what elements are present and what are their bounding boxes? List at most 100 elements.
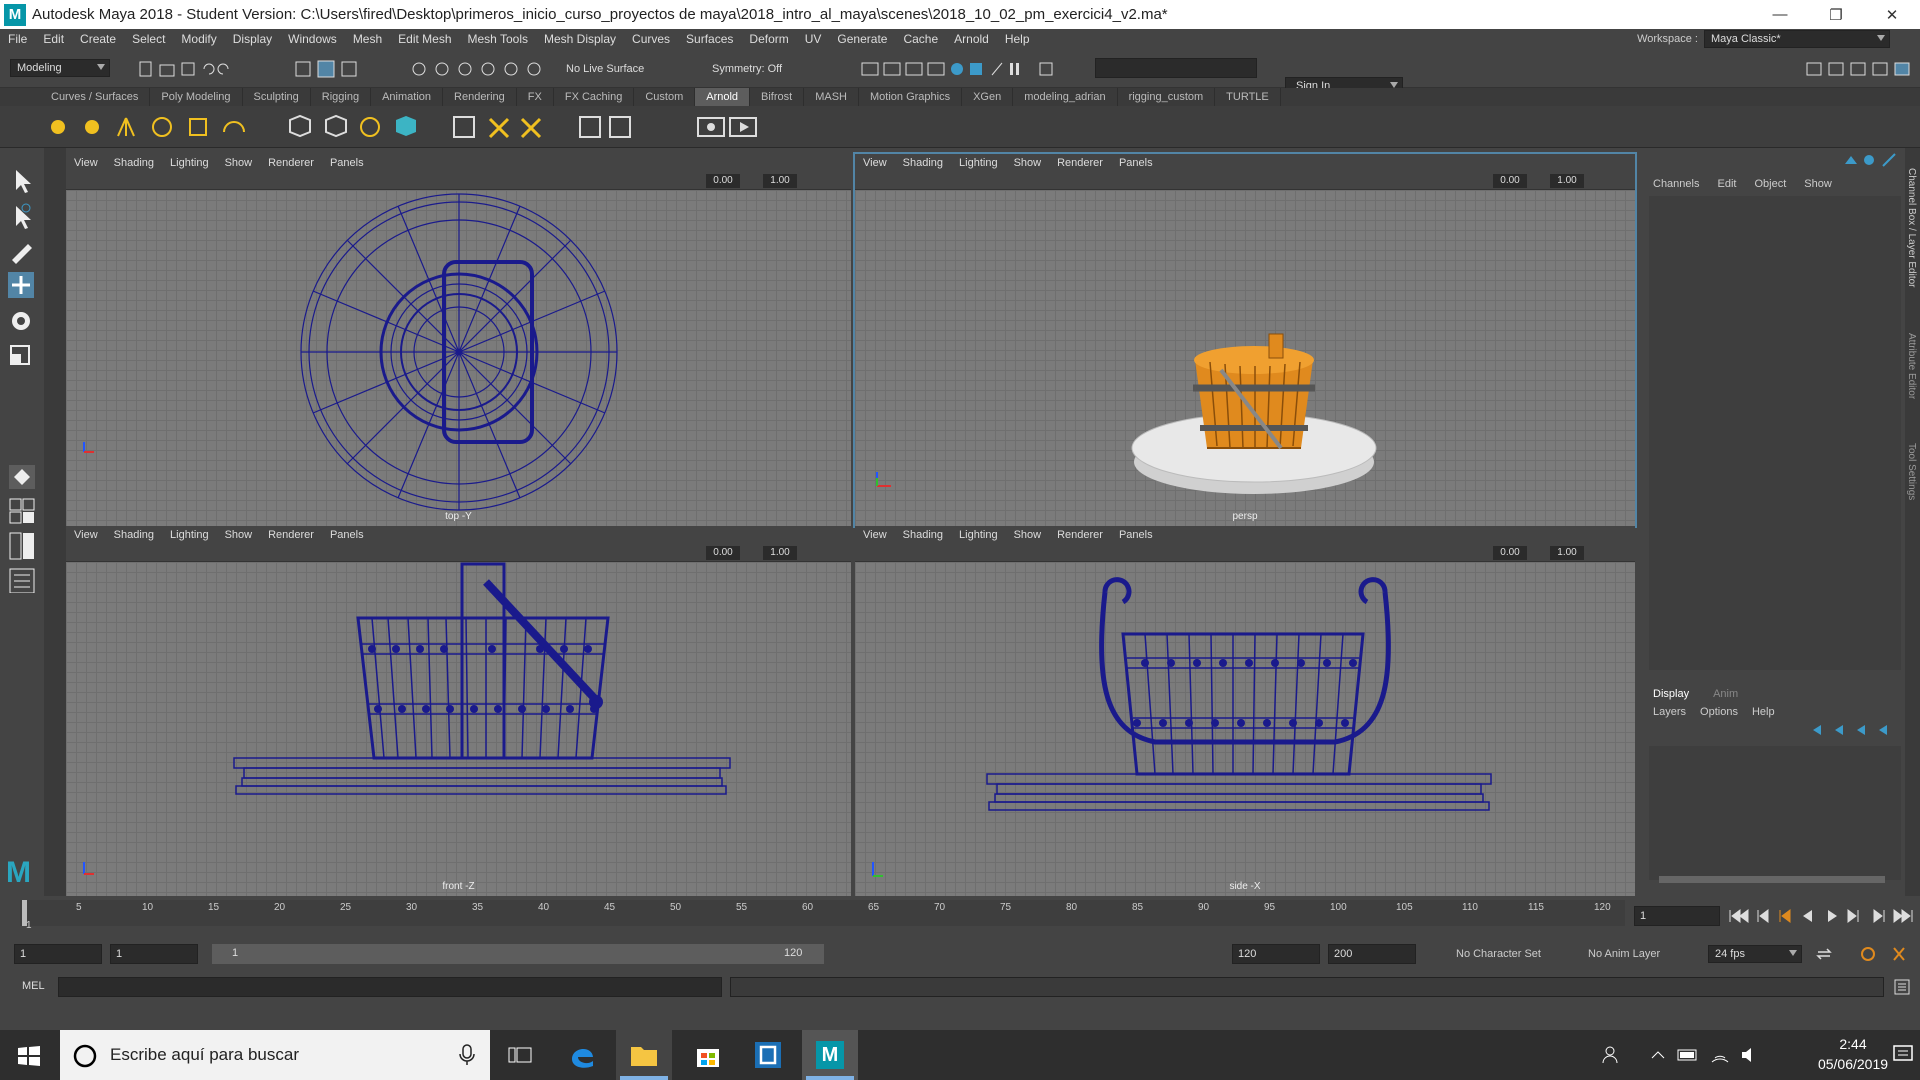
viewport-front[interactable]: View Shading Lighting Show Renderer Pane… — [66, 526, 851, 896]
maximize-button[interactable]: ❐ — [1808, 0, 1864, 29]
viewport-side[interactable]: View Shading Lighting Show Renderer Pane… — [855, 526, 1635, 896]
channel-box-tab-object[interactable]: Object — [1754, 178, 1786, 190]
menu-deform[interactable]: Deform — [741, 32, 796, 46]
vp-menu-lighting[interactable]: Lighting — [170, 157, 209, 169]
viewport-toolbar[interactable]: 0.00 1.00 — [66, 172, 851, 190]
anim-layer-dropdown[interactable]: No Anim Layer — [1588, 948, 1660, 960]
shelf-tab-sculpting[interactable]: Sculpting — [243, 88, 311, 106]
menu-surfaces[interactable]: Surfaces — [678, 32, 741, 46]
current-frame-field[interactable]: 1 — [1634, 906, 1720, 926]
app-bracket-icon[interactable] — [754, 1041, 782, 1069]
menu-curves[interactable]: Curves — [624, 32, 678, 46]
vp-menu-renderer[interactable]: Renderer — [268, 157, 314, 169]
vp-menu-view[interactable]: View — [863, 529, 887, 541]
shelf-tab-xgen[interactable]: XGen — [962, 88, 1014, 106]
gamma-field[interactable]: 1.00 — [763, 174, 797, 188]
render-tools-icons[interactable] — [860, 60, 1060, 78]
edge-browser-icon[interactable] — [568, 1041, 596, 1069]
layer-menu-layers[interactable]: Layers — [1653, 706, 1686, 718]
close-button[interactable]: ✕ — [1864, 0, 1920, 29]
vp-menu-renderer[interactable]: Renderer — [268, 529, 314, 541]
layout-icons[interactable] — [8, 463, 36, 593]
channel-box-tab-edit[interactable]: Edit — [1717, 178, 1736, 190]
range-slider[interactable]: 1 120 — [212, 944, 824, 964]
time-slider[interactable]: 1 5 10 15 20 25 30 35 40 45 50 55 60 65 … — [0, 896, 1920, 936]
shelf-tab-mash[interactable]: MASH — [804, 88, 859, 106]
shelf-tab-rendering[interactable]: Rendering — [443, 88, 517, 106]
shelf-tab-fx[interactable]: FX — [517, 88, 554, 106]
vp-menu-shading[interactable]: Shading — [114, 157, 154, 169]
gamma-field[interactable]: 1.00 — [1550, 546, 1584, 560]
shelf-tab-rigging-custom[interactable]: rigging_custom — [1118, 88, 1216, 106]
layer-tab-anim[interactable]: Anim — [1713, 688, 1738, 700]
playback-controls[interactable] — [1728, 908, 1914, 924]
vp-menu-panels[interactable]: Panels — [1119, 157, 1153, 169]
shelf-tab-bifrost[interactable]: Bifrost — [750, 88, 805, 106]
loop-prefs-icons[interactable] — [1814, 946, 1914, 962]
viewport-top[interactable]: View Shading Lighting Show Renderer Pane… — [66, 154, 851, 526]
vp-menu-view[interactable]: View — [74, 157, 98, 169]
system-tray-icons[interactable] — [1600, 1044, 1790, 1066]
taskbar-item-maya[interactable]: M — [802, 1030, 858, 1080]
side-tab-channel-box[interactable]: Channel Box / Layer Editor — [1906, 168, 1917, 288]
vp-menu-view[interactable]: View — [74, 529, 98, 541]
menu-display[interactable]: Display — [225, 32, 280, 46]
menu-help[interactable]: Help — [997, 32, 1038, 46]
arnold-light-icons[interactable] — [44, 112, 764, 142]
vp-menu-renderer[interactable]: Renderer — [1057, 529, 1103, 541]
menu-arnold[interactable]: Arnold — [946, 32, 997, 46]
tool-icons[interactable] — [8, 168, 36, 378]
channel-box-tab-show[interactable]: Show — [1804, 178, 1832, 190]
shelf-tab-custom[interactable]: Custom — [634, 88, 696, 106]
menu-create[interactable]: Create — [72, 32, 124, 46]
vp-menu-view[interactable]: View — [863, 157, 887, 169]
clock-date[interactable]: 05/06/2019 — [1808, 1056, 1898, 1072]
menu-mesh-tools[interactable]: Mesh Tools — [460, 32, 536, 46]
viewport-toolbar[interactable]: 0.00 1.00 — [855, 172, 1635, 190]
select-tools-icons[interactable] — [294, 60, 374, 78]
vp-menu-show[interactable]: Show — [1014, 529, 1042, 541]
menu-uv[interactable]: UV — [797, 32, 830, 46]
vp-menu-renderer[interactable]: Renderer — [1057, 157, 1103, 169]
graph-editor-strip[interactable] — [44, 148, 66, 896]
shelf-tab-fx-caching[interactable]: FX Caching — [554, 88, 635, 106]
vp-menu-show[interactable]: Show — [1014, 157, 1042, 169]
vp-menu-shading[interactable]: Shading — [114, 529, 154, 541]
command-search-field[interactable] — [1095, 58, 1257, 78]
layer-tool-icons[interactable] — [1809, 722, 1899, 738]
store-icon[interactable] — [694, 1041, 722, 1069]
vp-menu-lighting[interactable]: Lighting — [959, 529, 998, 541]
mel-label[interactable]: MEL — [22, 980, 45, 992]
mel-input[interactable] — [58, 977, 722, 997]
menu-edit-mesh[interactable]: Edit Mesh — [390, 32, 459, 46]
character-set-dropdown[interactable]: No Character Set — [1456, 948, 1541, 960]
fps-dropdown[interactable]: 24 fps — [1708, 945, 1802, 963]
menu-windows[interactable]: Windows — [280, 32, 345, 46]
task-view-icon[interactable] — [508, 1044, 532, 1066]
menu-modify[interactable]: Modify — [173, 32, 224, 46]
vp-menu-lighting[interactable]: Lighting — [959, 157, 998, 169]
vp-menu-panels[interactable]: Panels — [1119, 529, 1153, 541]
exposure-field[interactable]: 0.00 — [706, 546, 740, 560]
layer-menu-options[interactable]: Options — [1700, 706, 1738, 718]
vp-menu-show[interactable]: Show — [225, 157, 253, 169]
clock-time[interactable]: 2:44 — [1808, 1036, 1898, 1052]
layer-menu-help[interactable]: Help — [1752, 706, 1775, 718]
exposure-field[interactable]: 0.00 — [1493, 174, 1527, 188]
menu-generate[interactable]: Generate — [829, 32, 895, 46]
animation-start-field[interactable]: 1 — [14, 944, 102, 964]
menu-mesh-display[interactable]: Mesh Display — [536, 32, 624, 46]
exposure-field[interactable]: 0.00 — [706, 174, 740, 188]
layer-list[interactable] — [1649, 746, 1901, 880]
menu-cache[interactable]: Cache — [895, 32, 946, 46]
layer-scrollbar[interactable] — [1659, 876, 1885, 883]
viewport-persp[interactable]: View Shading Lighting Show Renderer Pane… — [853, 152, 1637, 528]
gamma-field[interactable]: 1.00 — [763, 546, 797, 560]
shelf-tab-poly-modeling[interactable]: Poly Modeling — [150, 88, 243, 106]
shelf-tab-modeling-adrian[interactable]: modeling_adrian — [1013, 88, 1118, 106]
vp-menu-show[interactable]: Show — [225, 529, 253, 541]
viewport-toolbar[interactable]: 0.00 1.00 — [855, 544, 1635, 562]
symmetry-label[interactable]: Symmetry: Off — [712, 63, 782, 75]
channel-box-header-icons[interactable] — [1841, 152, 1901, 168]
menu-file[interactable]: File — [0, 32, 35, 46]
